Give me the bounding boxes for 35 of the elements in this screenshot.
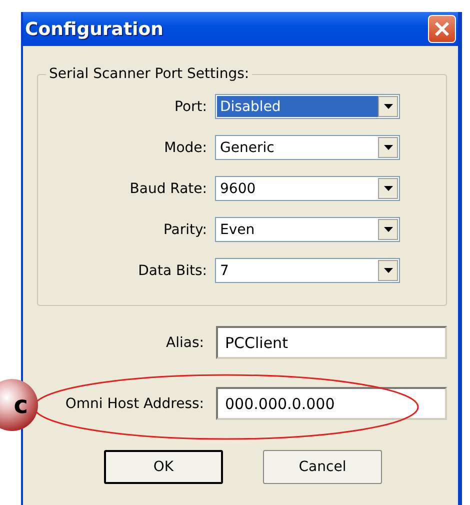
close-button[interactable] [428,15,456,43]
dropdown[interactable]: Even [215,217,400,242]
dialog-button[interactable]: Cancel [263,450,382,484]
field-label: Data Bits: [138,262,207,278]
dropdown-button[interactable] [378,178,398,199]
dropdown[interactable]: 9600 [215,176,400,201]
field-label: Mode: [164,140,207,156]
input-field[interactable]: 000.000.0.000 [216,387,447,420]
dropdown-button[interactable] [378,219,398,240]
dropdown-value: Disabled [217,96,378,117]
dropdown[interactable]: Disabled [215,94,400,119]
caret-icon [384,227,392,232]
dropdown-value: 9600 [219,180,257,198]
field-label: Omni Host Address: [65,396,204,412]
group-title: Serial Scanner Port Settings: [48,66,250,82]
dropdown[interactable]: Generic [215,135,400,160]
field-label: Port: [174,98,207,114]
dropdown[interactable]: 7 [215,258,400,283]
dropdown-button[interactable] [378,137,398,158]
input-field[interactable]: PCClient [216,326,447,359]
field-label: Baud Rate: [130,180,207,196]
caret-icon [384,145,392,150]
dialog-button[interactable]: OK [104,450,223,484]
dropdown-button[interactable] [378,260,398,281]
dropdown-value: Generic [219,138,276,158]
dropdown-value: 7 [219,262,230,280]
dropdown-value: Even [219,220,256,240]
close-icon [434,21,450,37]
dropdown-button[interactable] [378,96,398,117]
field-label: Alias: [166,334,204,350]
caret-icon [384,104,392,109]
caret-icon [384,268,392,273]
window-title: Configuration [25,18,164,40]
caret-icon [384,186,392,191]
field-label: Parity: [163,222,207,238]
